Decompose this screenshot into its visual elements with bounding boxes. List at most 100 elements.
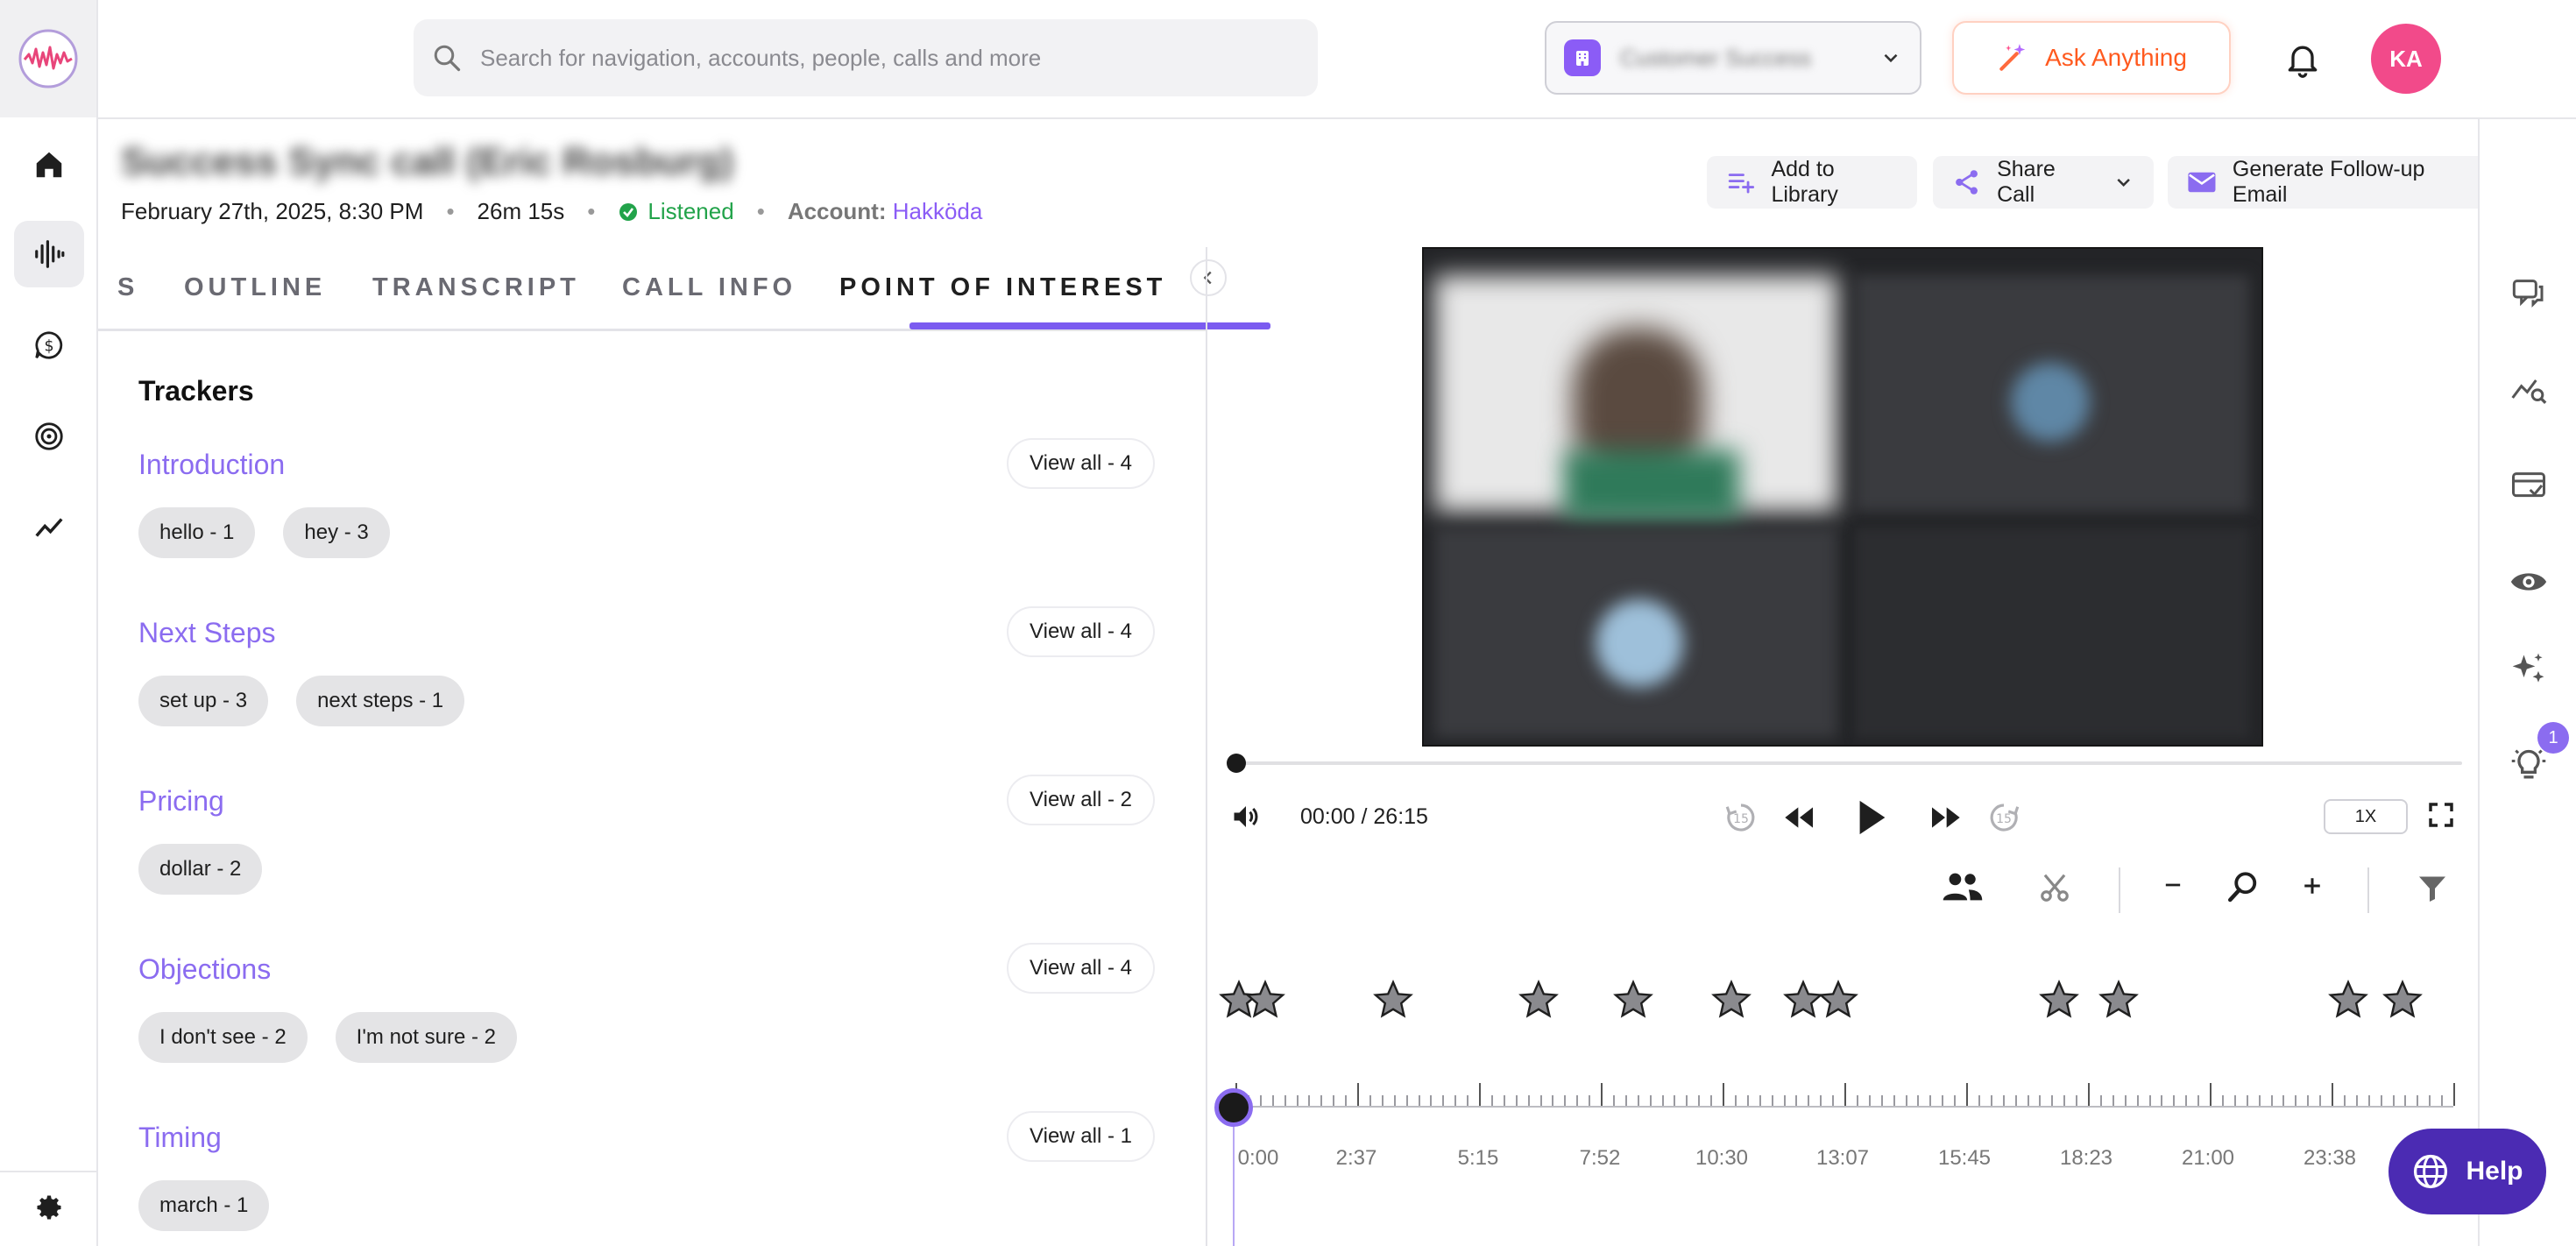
timeline-baseline[interactable] bbox=[1232, 1106, 2453, 1108]
tab-summary[interactable]: S bbox=[117, 273, 138, 302]
app-logo[interactable] bbox=[0, 0, 96, 117]
tracker-chips: set up - 3 next steps - 1 bbox=[138, 676, 1155, 726]
share-call-button[interactable]: Share Call bbox=[1933, 156, 2154, 209]
play-icon bbox=[1859, 800, 1886, 835]
insights-button[interactable] bbox=[2509, 370, 2548, 408]
view-all-button[interactable]: View all - 4 bbox=[1007, 943, 1155, 994]
filter-button[interactable] bbox=[2417, 873, 2448, 904]
account-label: Account: bbox=[787, 198, 887, 224]
ai-assist-button[interactable] bbox=[2509, 650, 2548, 689]
volume-button[interactable] bbox=[1230, 801, 1262, 832]
participant-avatar bbox=[1596, 599, 1683, 687]
poi-star-marker[interactable] bbox=[2327, 979, 2369, 1024]
tracker-chip[interactable]: dollar - 2 bbox=[138, 844, 263, 895]
tracker-chip[interactable]: hello - 1 bbox=[138, 507, 256, 558]
settings-button[interactable] bbox=[33, 1192, 65, 1228]
poi-star-marker[interactable] bbox=[2098, 979, 2140, 1024]
scorecard-button[interactable] bbox=[2509, 466, 2548, 505]
poi-star-marker[interactable] bbox=[1372, 979, 1414, 1024]
tab-point-of-interest[interactable]: POINT OF INTEREST bbox=[839, 273, 1166, 302]
collapse-panel-button[interactable] bbox=[1190, 259, 1227, 296]
team-selector[interactable]: Customer Success bbox=[1545, 21, 1921, 95]
check-circle-icon bbox=[619, 202, 638, 221]
forward-15-button[interactable]: 15 bbox=[1985, 799, 2022, 836]
nav-analytics[interactable] bbox=[14, 494, 84, 561]
tracker-chips: dollar - 2 bbox=[138, 844, 1155, 895]
zoom-search-button[interactable] bbox=[2226, 869, 2262, 906]
zoom-in-button[interactable] bbox=[2299, 873, 2325, 899]
tracker-name[interactable]: Next Steps bbox=[138, 617, 1155, 649]
user-avatar[interactable]: KA bbox=[2371, 24, 2441, 94]
poi-star-marker[interactable] bbox=[1244, 979, 1286, 1024]
search-input[interactable] bbox=[480, 44, 1269, 72]
play-button[interactable] bbox=[1854, 797, 1889, 838]
timeline-minor-tick bbox=[1942, 1095, 1944, 1106]
timeline-minor-tick bbox=[1259, 1095, 1262, 1106]
video-progress-bar[interactable] bbox=[1235, 761, 2462, 765]
timeline-minor-tick bbox=[1503, 1095, 1505, 1106]
waveform-icon bbox=[35, 240, 65, 268]
timeline-minor-tick bbox=[1296, 1095, 1299, 1106]
tracker-chip[interactable]: hey - 3 bbox=[283, 507, 390, 558]
nav-home[interactable] bbox=[14, 131, 84, 198]
tracker-name[interactable]: Pricing bbox=[138, 785, 1155, 818]
video-player[interactable] bbox=[1422, 247, 2263, 747]
meta-separator: • bbox=[756, 198, 765, 224]
tab-transcript[interactable]: TRANSCRIPT bbox=[372, 273, 580, 302]
previous-button[interactable] bbox=[1782, 803, 1817, 832]
trackers-heading: Trackers bbox=[138, 375, 254, 407]
poi-star-marker[interactable] bbox=[1612, 979, 1654, 1024]
timeline-minor-tick bbox=[1369, 1095, 1371, 1106]
generate-follow-up-email-button[interactable]: Generate Follow-up Email bbox=[2168, 156, 2490, 209]
account-link[interactable]: Hakköda bbox=[893, 198, 983, 224]
video-progress-handle[interactable] bbox=[1227, 754, 1246, 773]
poi-star-marker[interactable] bbox=[1817, 979, 1859, 1024]
poi-star-marker[interactable] bbox=[2038, 979, 2080, 1024]
next-button[interactable] bbox=[1928, 803, 1963, 832]
tracker-chip[interactable]: march - 1 bbox=[138, 1180, 270, 1231]
forward-icon: 15 bbox=[1990, 804, 2020, 832]
zoom-out-button[interactable] bbox=[2161, 873, 2185, 897]
tracker-chip[interactable]: I don't see - 2 bbox=[138, 1012, 308, 1063]
building-icon bbox=[1564, 39, 1601, 76]
nav-calls[interactable] bbox=[14, 221, 84, 287]
visibility-button[interactable] bbox=[2509, 563, 2548, 601]
poi-star-marker[interactable] bbox=[1710, 979, 1752, 1024]
nav-deals[interactable]: $ bbox=[14, 312, 84, 379]
ask-anything-button[interactable]: Ask Anything bbox=[1952, 21, 2231, 95]
timeline-minor-tick bbox=[2295, 1095, 2297, 1106]
tips-button[interactable] bbox=[2509, 747, 2548, 785]
tracker-chip[interactable]: set up - 3 bbox=[138, 676, 269, 726]
help-button[interactable]: Help bbox=[2388, 1129, 2546, 1214]
rewind-15-button[interactable]: 15 bbox=[1723, 799, 1759, 836]
fullscreen-button[interactable] bbox=[2427, 801, 2455, 829]
view-all-button[interactable]: View all - 2 bbox=[1007, 775, 1155, 825]
speakers-button[interactable] bbox=[1942, 871, 1984, 903]
generate-email-label: Generate Follow-up Email bbox=[2232, 157, 2425, 207]
add-to-library-button[interactable]: Add to Library bbox=[1707, 156, 1917, 209]
tracker-chips: hello - 1 hey - 3 bbox=[138, 507, 1155, 558]
tab-call-info[interactable]: CALL INFO bbox=[622, 273, 796, 302]
global-search[interactable] bbox=[414, 19, 1318, 96]
view-all-button[interactable]: View all - 1 bbox=[1007, 1111, 1155, 1162]
view-all-button[interactable]: View all - 4 bbox=[1007, 606, 1155, 657]
view-all-button[interactable]: View all - 4 bbox=[1007, 438, 1155, 489]
tab-outline[interactable]: OUTLINE bbox=[184, 273, 326, 302]
tracker-name[interactable]: Objections bbox=[138, 953, 1155, 986]
tracker-name[interactable]: Introduction bbox=[138, 449, 1155, 481]
tracker-chip[interactable]: next steps - 1 bbox=[296, 676, 465, 726]
listened-label: Listened bbox=[648, 198, 734, 224]
poi-star-marker[interactable] bbox=[1518, 979, 1560, 1024]
timeline-playhead[interactable] bbox=[1214, 1088, 1253, 1127]
minus-icon bbox=[2165, 883, 2181, 887]
timeline-minor-tick bbox=[2112, 1095, 2114, 1106]
tracker-name[interactable]: Timing bbox=[138, 1122, 1155, 1154]
nav-goals[interactable] bbox=[14, 403, 84, 470]
comments-button[interactable] bbox=[2509, 273, 2548, 312]
scissors-icon bbox=[2041, 874, 2069, 902]
tracker-chip[interactable]: I'm not sure - 2 bbox=[335, 1012, 517, 1063]
clip-button[interactable] bbox=[2038, 871, 2071, 904]
poi-star-marker[interactable] bbox=[2381, 979, 2424, 1024]
notifications-button[interactable] bbox=[2283, 39, 2322, 83]
playback-speed-button[interactable]: 1X bbox=[2324, 799, 2408, 834]
